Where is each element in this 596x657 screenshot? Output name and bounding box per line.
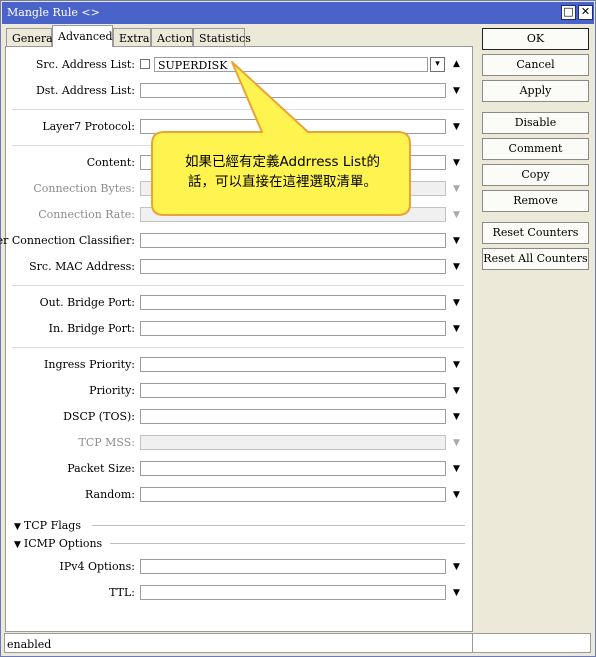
tcp-mss-field (140, 435, 446, 450)
advanced-panel: Src. Address List: SUPERDISK ▾ ▲ Dst. Ad… (0, 46, 473, 632)
in-bridge-port-label: In. Bridge Port: (48, 322, 135, 335)
reset-all-counters-button[interactable]: Reset All Counters (482, 248, 589, 270)
ipv4-options-field[interactable] (140, 559, 446, 574)
connection-bytes-expand-icon: ▼ (453, 184, 460, 194)
packet-size-label: Packet Size: (67, 462, 135, 475)
apply-button[interactable]: Apply (482, 80, 589, 102)
separator (12, 285, 464, 286)
ttl-label: TTL: (109, 586, 135, 599)
separator (12, 109, 464, 110)
copy-button[interactable]: Copy (482, 164, 589, 186)
per-connection-classifier-expand-icon[interactable]: ▼ (451, 237, 462, 246)
layer7-protocol-label: Layer7 Protocol: (42, 120, 135, 133)
src-address-list-dropdown-icon[interactable]: ▾ (430, 57, 445, 72)
icmp-options-section-title: ICMP Options (23, 537, 103, 550)
separator (12, 145, 464, 146)
content-expand-icon[interactable]: ▼ (451, 159, 462, 168)
ingress-priority-field[interactable] (140, 357, 446, 372)
disable-button[interactable]: Disable (482, 112, 589, 134)
src-mac-address-label: Src. MAC Address: (29, 260, 135, 273)
per-connection-classifier-field[interactable] (140, 233, 446, 248)
priority-field[interactable] (140, 383, 446, 398)
random-label: Random: (85, 488, 135, 501)
packet-size-field[interactable] (140, 461, 446, 476)
ingress-priority-label: Ingress Priority: (44, 358, 135, 371)
connection-rate-field (140, 207, 446, 222)
close-icon[interactable]: ✕ (578, 5, 593, 20)
connection-rate-label: Connection Rate: (38, 208, 135, 221)
tcp-mss-label: TCP MSS: (78, 436, 136, 449)
dscp-tos-label: DSCP (TOS): (63, 410, 135, 423)
out-bridge-port-label: Out. Bridge Port: (39, 296, 135, 309)
cancel-button[interactable]: Cancel (482, 54, 589, 76)
comment-button[interactable]: Comment (482, 138, 589, 160)
tcp-mss-expand-icon: ▼ (453, 438, 460, 448)
src-address-list-negate-checkbox[interactable] (140, 59, 150, 69)
callout-line-1: 如果已經有定義Addrress List的 (185, 154, 380, 170)
dst-address-list-field[interactable] (140, 83, 446, 98)
src-mac-address-field[interactable] (140, 259, 446, 274)
packet-size-expand-icon[interactable]: ▼ (451, 465, 462, 474)
src-address-list-collapse-icon[interactable]: ▲ (451, 60, 462, 69)
tab-action[interactable]: Action (151, 28, 193, 47)
in-bridge-port-expand-icon[interactable]: ▼ (451, 325, 462, 334)
out-bridge-port-expand-icon[interactable]: ▼ (451, 299, 462, 308)
ok-button[interactable]: OK (482, 28, 589, 50)
content-label: Content: (86, 156, 135, 169)
connection-rate-expand-icon: ▼ (453, 210, 460, 220)
tcp-flags-section-title: TCP Flags (23, 519, 81, 532)
title-bar[interactable]: Mangle Rule <> □ ✕ (2, 2, 594, 24)
random-expand-icon[interactable]: ▼ (451, 491, 462, 500)
per-connection-classifier-label: Per Connection Classifier: (0, 234, 135, 247)
section-divider (92, 525, 465, 526)
tab-extra[interactable]: Extra (113, 28, 151, 47)
connection-bytes-label: Connection Bytes: (33, 182, 135, 195)
status-bar: enabled (4, 633, 591, 653)
in-bridge-port-field[interactable] (140, 321, 446, 336)
src-mac-address-expand-icon[interactable]: ▼ (451, 263, 462, 272)
priority-expand-icon[interactable]: ▼ (451, 387, 462, 396)
tab-general[interactable]: General (6, 28, 56, 47)
section-divider (110, 543, 465, 544)
callout-line-2: 話，可以直接在這裡選取清單。 (188, 174, 377, 190)
ttl-expand-icon[interactable]: ▼ (451, 589, 462, 598)
remove-button[interactable]: Remove (482, 190, 589, 212)
ttl-field[interactable] (140, 585, 446, 600)
window-title: Mangle Rule <> (7, 6, 100, 19)
ingress-priority-expand-icon[interactable]: ▼ (451, 361, 462, 370)
maximize-icon[interactable]: □ (561, 5, 576, 20)
src-address-list-field[interactable]: SUPERDISK (154, 57, 428, 72)
tcp-flags-collapse-icon: ▼ (14, 522, 21, 532)
mangle-rule-window: Mangle Rule <> □ ✕ General Advanced Extr… (0, 0, 596, 657)
tcp-flags-section-toggle[interactable]: ▼ TCP Flags (14, 519, 81, 532)
tab-statistics[interactable]: Statistics (193, 28, 251, 47)
callout-text: 如果已經有定義Addrress List的 話，可以直接在這裡選取清單。 (160, 152, 405, 192)
tab-advanced[interactable]: Advanced (52, 25, 113, 47)
priority-label: Priority: (89, 384, 135, 397)
dst-address-list-label: Dst. Address List: (35, 84, 135, 97)
status-divider (472, 634, 473, 652)
icmp-options-collapse-icon: ▼ (14, 540, 21, 550)
ipv4-options-expand-icon[interactable]: ▼ (451, 563, 462, 572)
dscp-tos-expand-icon[interactable]: ▼ (451, 413, 462, 422)
dst-address-list-expand-icon[interactable]: ▼ (451, 87, 462, 96)
icmp-options-section-toggle[interactable]: ▼ ICMP Options (14, 537, 102, 550)
separator (12, 347, 464, 348)
status-text: enabled (7, 638, 52, 651)
reset-counters-button[interactable]: Reset Counters (482, 222, 589, 244)
dscp-tos-field[interactable] (140, 409, 446, 424)
ipv4-options-label: IPv4 Options: (59, 560, 135, 573)
layer7-protocol-expand-icon[interactable]: ▼ (451, 123, 462, 132)
out-bridge-port-field[interactable] (140, 295, 446, 310)
src-address-list-label: Src. Address List: (35, 58, 135, 71)
random-field[interactable] (140, 487, 446, 502)
layer7-protocol-field[interactable] (140, 119, 446, 134)
